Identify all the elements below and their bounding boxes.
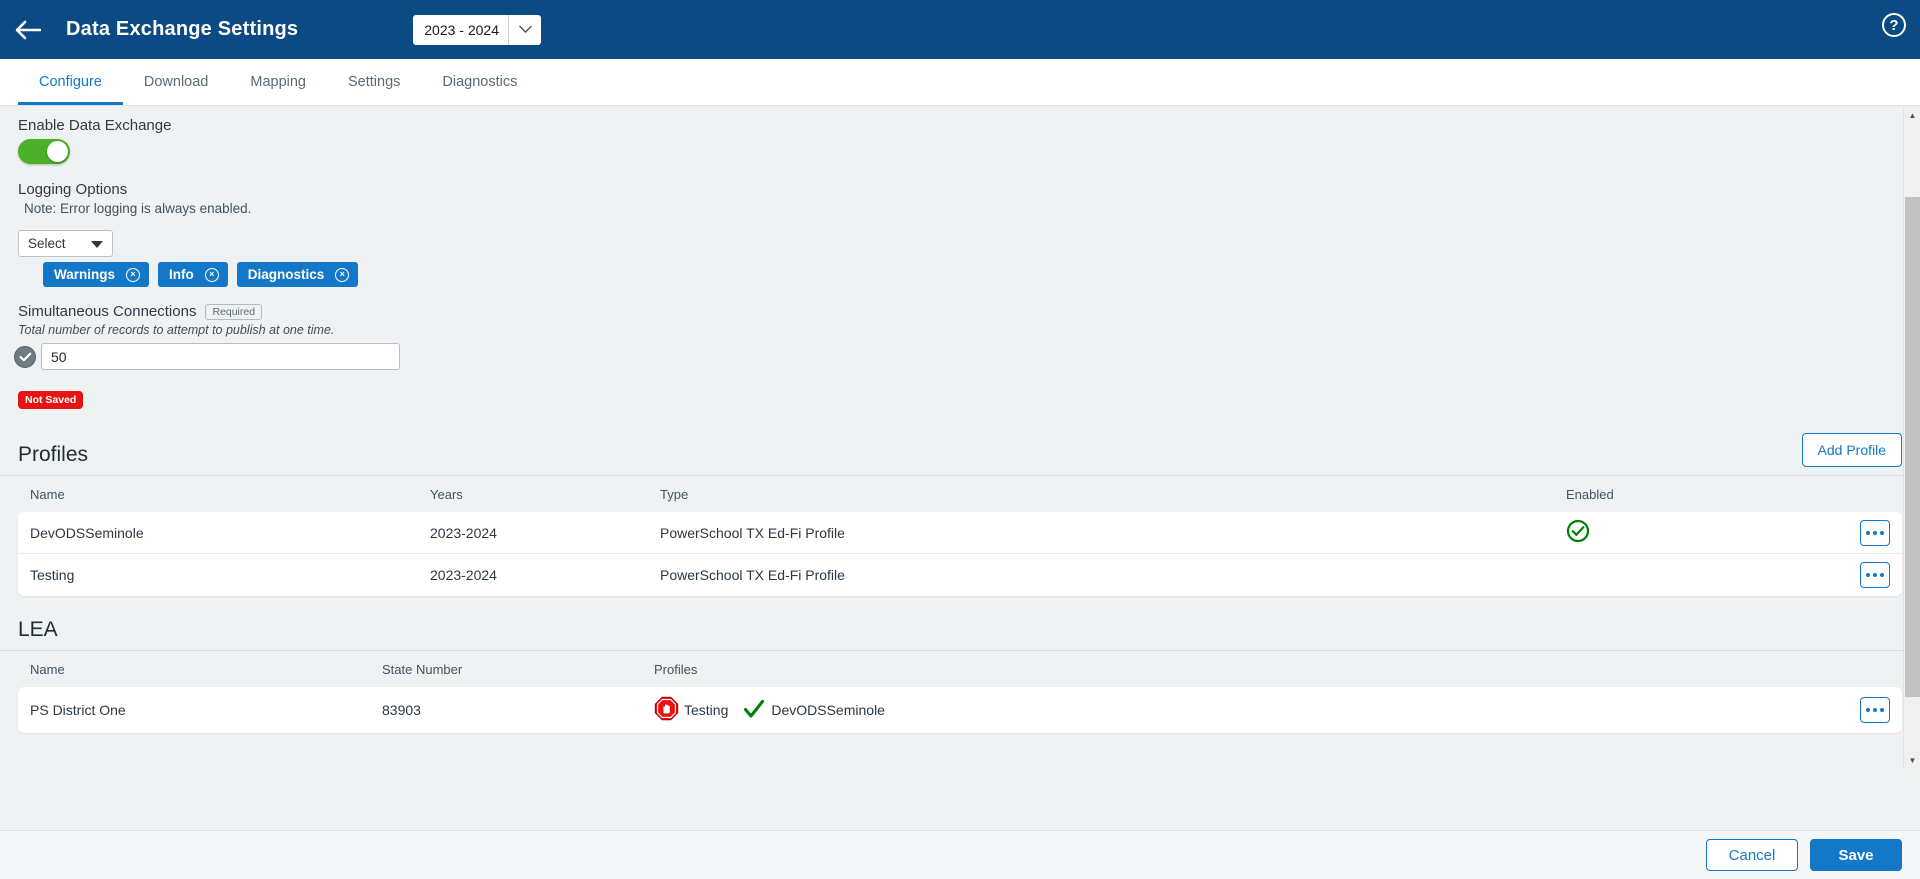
simultaneous-connections-hint: Total number of records to attempt to pu… <box>18 323 1920 337</box>
school-year-select[interactable]: 2023 - 2024 <box>413 15 541 45</box>
content-scrollbar[interactable]: ▲ ▼ <box>1903 107 1920 769</box>
simultaneous-connections-label: Simultaneous Connections <box>18 303 196 320</box>
lea-profiles-cell: Testing DevODSSeminole <box>654 696 1846 724</box>
simultaneous-connections-input[interactable] <box>41 343 400 370</box>
required-badge: Required <box>205 304 262 320</box>
chip-info[interactable]: Info × <box>158 262 228 287</box>
school-year-value: 2023 - 2024 <box>413 22 508 38</box>
table-row[interactable]: Testing 2023-2024 PowerSchool TX Ed-Fi P… <box>18 554 1902 596</box>
tab-settings[interactable]: Settings <box>327 59 421 105</box>
tab-bar: Configure Download Mapping Settings Diag… <box>0 59 1920 106</box>
logging-options-label: Logging Options <box>18 181 1920 198</box>
enable-data-exchange-label: Enable Data Exchange <box>18 117 1920 134</box>
profiles-table-header: Name Years Type Enabled <box>18 476 1902 512</box>
simultaneous-connections-header: Simultaneous Connections Required <box>18 303 1920 320</box>
enable-data-exchange-toggle[interactable] <box>18 139 70 164</box>
action-footer: Cancel Save <box>0 830 1920 879</box>
table-row[interactable]: DevODSSeminole 2023-2024 PowerSchool TX … <box>18 512 1902 554</box>
profiles-section-header: Profiles Add Profile <box>0 433 1920 476</box>
table-row[interactable]: PS District One 83903 Testing <box>18 687 1902 733</box>
toggle-knob <box>47 141 68 162</box>
scrollbar-thumb[interactable] <box>1905 197 1920 697</box>
tab-label: Configure <box>39 74 102 90</box>
chip-label: Diagnostics <box>248 267 325 282</box>
lea-actions-cell <box>1846 697 1890 723</box>
logging-options-select[interactable]: Select <box>18 230 113 257</box>
ellipsis-icon[interactable] <box>1860 520 1890 546</box>
chip-label: Warnings <box>54 267 115 282</box>
profile-years: 2023-2024 <box>430 525 660 541</box>
lea-table-header: Name State Number Profiles <box>18 651 1902 687</box>
tab-label: Download <box>144 74 209 90</box>
back-button[interactable] <box>0 0 56 59</box>
tab-label: Mapping <box>250 74 306 90</box>
tab-label: Diagnostics <box>442 74 517 90</box>
tab-download[interactable]: Download <box>123 59 230 105</box>
tab-label: Settings <box>348 74 400 90</box>
lea-table-body: PS District One 83903 Testing <box>18 687 1902 733</box>
lea-profile-label: Testing <box>684 702 728 718</box>
caret-down-icon[interactable]: ▼ <box>1904 752 1920 769</box>
profile-name: DevODSSeminole <box>30 525 430 541</box>
chip-remove-icon[interactable]: × <box>205 268 219 282</box>
chevron-down-icon <box>91 241 103 248</box>
logging-chip-list: Warnings × Info × Diagnostics × <box>18 262 1920 287</box>
check-circle-icon <box>14 346 36 368</box>
not-saved-badge: Not Saved <box>18 391 83 409</box>
app-header: Data Exchange Settings 2023 - 2024 ? <box>0 0 1920 59</box>
add-profile-button[interactable]: Add Profile <box>1802 433 1902 467</box>
settings-content: Enable Data Exchange Logging Options Not… <box>0 107 1920 769</box>
ellipsis-icon[interactable] <box>1860 562 1890 588</box>
tab-diagnostics[interactable]: Diagnostics <box>421 59 538 105</box>
lea-title: LEA <box>18 618 58 642</box>
tab-mapping[interactable]: Mapping <box>229 59 327 105</box>
chevron-down-icon[interactable] <box>508 15 541 45</box>
column-header-enabled: Enabled <box>1566 487 1846 502</box>
profile-actions-cell <box>1846 520 1890 546</box>
lea-state-number: 83903 <box>382 702 654 718</box>
profile-type: PowerSchool TX Ed-Fi Profile <box>660 525 1566 541</box>
chip-label: Info <box>169 267 194 282</box>
stop-hand-octagon-icon <box>654 696 679 724</box>
lea-name: PS District One <box>30 702 382 718</box>
profile-name: Testing <box>30 567 430 583</box>
chip-warnings[interactable]: Warnings × <box>43 262 149 287</box>
column-header-name: Name <box>30 487 430 502</box>
chip-remove-icon[interactable]: × <box>335 268 349 282</box>
column-header-state-number: State Number <box>382 662 654 677</box>
help-question-icon[interactable]: ? <box>1882 13 1906 37</box>
green-check-icon <box>742 698 766 723</box>
cancel-button[interactable]: Cancel <box>1706 839 1798 871</box>
profiles-title: Profiles <box>18 443 88 467</box>
lea-profile-label: DevODSSeminole <box>771 702 885 718</box>
tab-configure[interactable]: Configure <box>18 59 123 105</box>
green-check-circle-icon <box>1566 519 1846 546</box>
lea-table: Name State Number Profiles PS District O… <box>0 651 1920 733</box>
page-title: Data Exchange Settings <box>66 18 298 41</box>
column-header-name: Name <box>30 662 382 677</box>
profile-type: PowerSchool TX Ed-Fi Profile <box>660 567 1566 583</box>
lea-section-header: LEA <box>0 618 1920 651</box>
help-glyph: ? <box>1889 17 1898 34</box>
save-button[interactable]: Save <box>1810 839 1902 871</box>
column-header-years: Years <box>430 487 660 502</box>
arrow-left-icon <box>15 20 41 40</box>
logging-select-value: Select <box>28 236 66 251</box>
chip-remove-icon[interactable]: × <box>126 268 140 282</box>
chip-diagnostics[interactable]: Diagnostics × <box>237 262 359 287</box>
configure-form: Enable Data Exchange Logging Options Not… <box>0 107 1920 409</box>
profiles-table-body: DevODSSeminole 2023-2024 PowerSchool TX … <box>18 512 1902 596</box>
simultaneous-connections-row <box>14 343 1920 370</box>
profile-years: 2023-2024 <box>430 567 660 583</box>
logging-note: Note: Error logging is always enabled. <box>18 201 1920 216</box>
column-header-type: Type <box>660 487 1566 502</box>
caret-up-icon[interactable]: ▲ <box>1904 107 1920 124</box>
ellipsis-icon[interactable] <box>1860 697 1890 723</box>
column-header-profiles: Profiles <box>654 662 1846 677</box>
profile-actions-cell <box>1846 562 1890 588</box>
profiles-table: Name Years Type Enabled DevODSSeminole 2… <box>0 476 1920 596</box>
profile-enabled-cell <box>1566 519 1846 546</box>
